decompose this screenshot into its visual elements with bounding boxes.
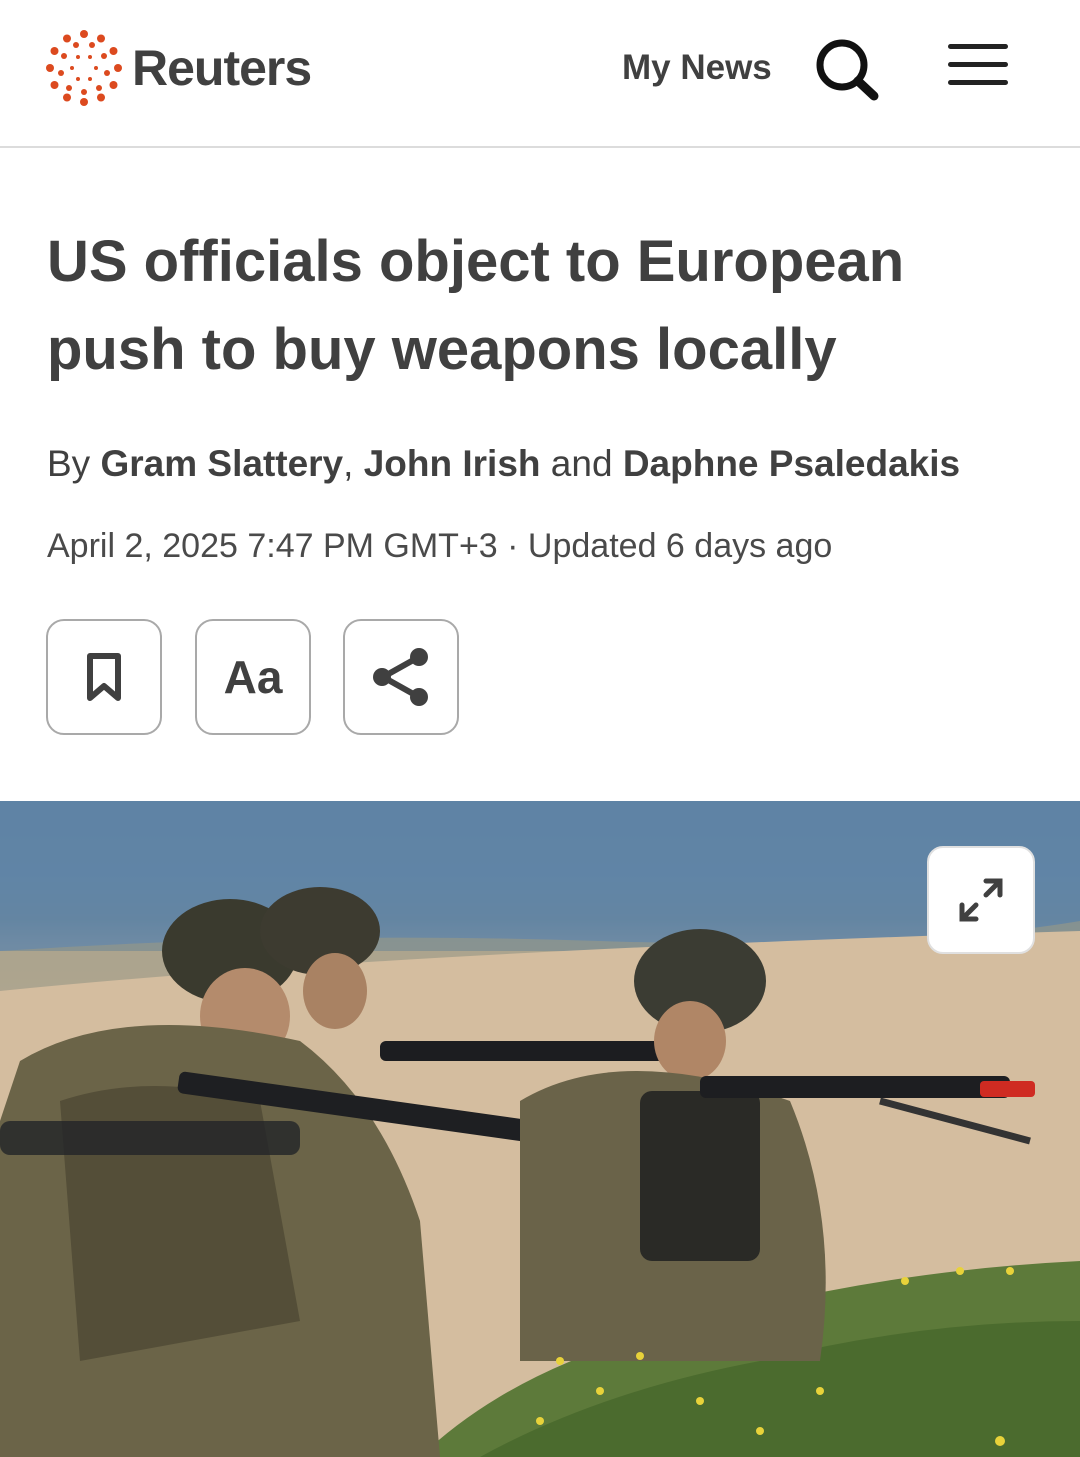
bookmark-icon [87, 653, 121, 701]
search-button[interactable] [812, 36, 882, 102]
reuters-logo[interactable]: Reuters [44, 28, 312, 108]
expand-icon [959, 878, 1003, 922]
article-byline: By Gram Slattery, John Irish and Daphne … [47, 443, 1057, 485]
text-size-button[interactable]: Aa [195, 619, 311, 735]
search-icon [816, 39, 879, 101]
byline-separator: , [343, 443, 354, 484]
top-navigation-bar: Reuters My News [0, 0, 1080, 148]
article-headline: US officials object to European push to … [47, 229, 905, 382]
hamburger-menu-button[interactable] [948, 44, 1008, 92]
bookmark-button[interactable] [46, 619, 162, 735]
byline-prefix: By [47, 443, 91, 484]
brand-name: Reuters [132, 40, 312, 96]
my-news-link[interactable]: My News [622, 48, 772, 88]
text-size-label: Aa [223, 651, 283, 703]
menu-line [948, 62, 1008, 67]
byline-conjunction: and [550, 443, 613, 484]
menu-line [948, 80, 1008, 85]
share-icon [373, 648, 428, 706]
menu-line [948, 44, 1008, 49]
share-button[interactable] [343, 619, 459, 735]
author-link[interactable]: John Irish [364, 443, 541, 484]
soldiers-photo [0, 801, 1080, 1457]
reuters-logo-icon [46, 30, 122, 106]
author-link[interactable]: Gram Slattery [100, 443, 343, 484]
author-link[interactable]: Daphne Psaledakis [623, 443, 960, 484]
expand-image-button[interactable] [927, 846, 1035, 954]
article-dateline: April 2, 2025 7:47 PM GMT+3 · Updated 6 … [47, 527, 833, 565]
article-hero-image[interactable] [0, 801, 1080, 1457]
